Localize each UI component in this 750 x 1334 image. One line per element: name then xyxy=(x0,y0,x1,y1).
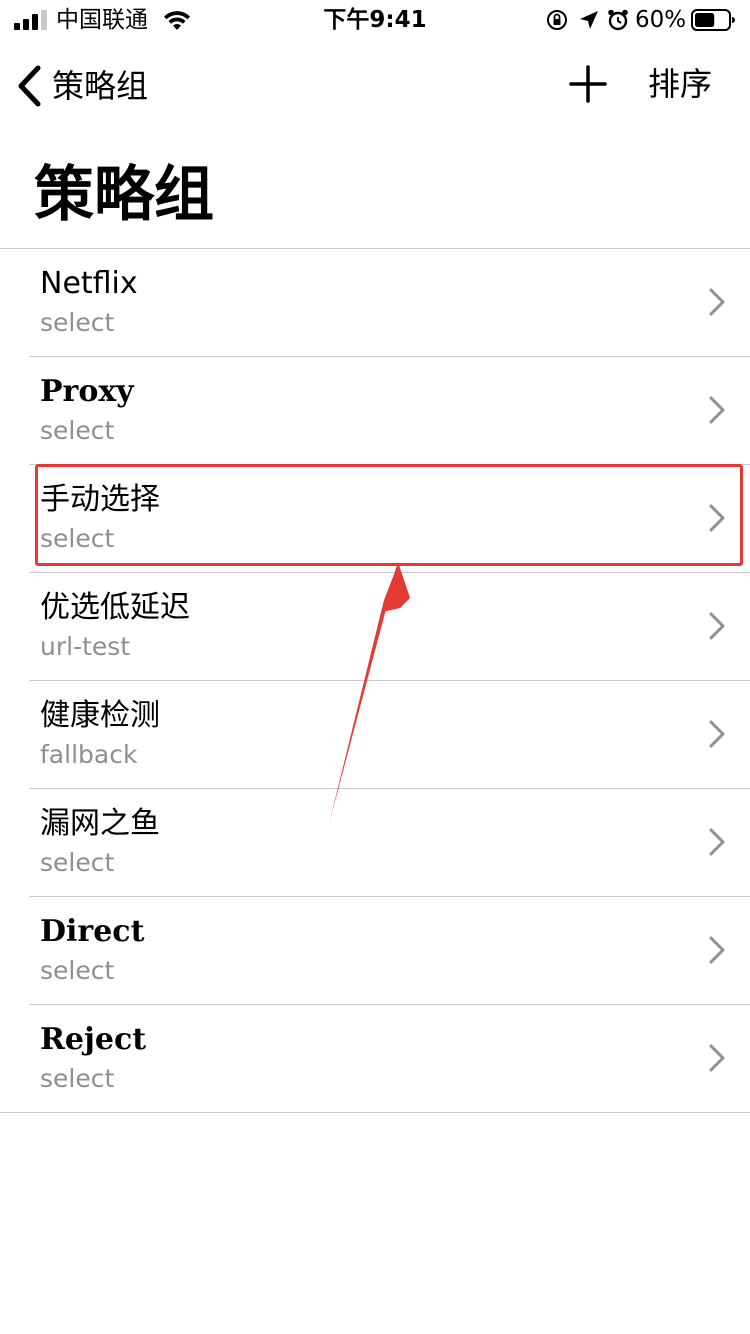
list-item-low-latency[interactable]: 优选低延迟 url-test xyxy=(30,573,750,681)
chevron-right-icon xyxy=(709,612,725,640)
list-item-proxy[interactable]: Proxy select xyxy=(30,357,750,465)
list-item-netflix[interactable]: Netflix select xyxy=(30,249,750,357)
list-item-reject[interactable]: Reject select xyxy=(0,1005,750,1113)
back-button-label: 策略组 xyxy=(52,67,149,105)
group-name: 漏网之鱼 xyxy=(40,806,160,841)
chevron-right-icon xyxy=(709,1044,725,1072)
group-name: 优选低延迟 xyxy=(40,590,190,625)
chevron-right-icon xyxy=(709,936,725,964)
chevron-right-icon xyxy=(709,288,725,316)
page-title: 策略组 xyxy=(34,160,214,230)
status-bar: 中国联通 下午9:41 60% xyxy=(0,0,750,40)
chevron-right-icon xyxy=(709,720,725,748)
group-type: select xyxy=(40,848,115,877)
sort-button[interactable]: 排序 xyxy=(648,62,712,106)
back-button[interactable]: 策略组 xyxy=(16,62,148,110)
chevron-right-icon xyxy=(709,396,725,424)
group-name: Netflix xyxy=(40,266,138,301)
battery-percent: 60% xyxy=(635,7,687,33)
group-type: select xyxy=(40,1064,115,1093)
policy-group-list: Netflix select Proxy select 手动选择 select … xyxy=(0,248,750,1113)
group-type: select xyxy=(40,308,115,337)
battery-icon xyxy=(691,9,735,31)
chevron-right-icon xyxy=(709,828,725,856)
group-type: fallback xyxy=(40,740,138,769)
alarm-icon xyxy=(608,9,628,31)
list-item-final[interactable]: 漏网之鱼 select xyxy=(30,789,750,897)
group-type: select xyxy=(40,956,115,985)
orientation-lock-icon xyxy=(547,10,567,30)
group-type: url-test xyxy=(40,632,131,661)
plus-icon[interactable] xyxy=(568,64,608,104)
group-name: 手动选择 xyxy=(40,482,160,517)
navigation-bar: 策略组 排序 xyxy=(0,44,750,124)
chevron-right-icon xyxy=(709,504,725,532)
location-icon xyxy=(580,11,598,29)
list-item-health-check[interactable]: 健康检测 fallback xyxy=(30,681,750,789)
group-name: Proxy xyxy=(40,374,134,409)
list-item-manual-select[interactable]: 手动选择 select xyxy=(30,465,750,573)
group-name: Direct xyxy=(40,914,145,949)
group-type: select xyxy=(40,416,115,445)
group-name: Reject xyxy=(40,1022,147,1057)
list-item-direct[interactable]: Direct select xyxy=(30,897,750,1005)
group-name: 健康检测 xyxy=(40,698,160,733)
group-type: select xyxy=(40,524,115,553)
chevron-left-icon xyxy=(18,65,41,107)
